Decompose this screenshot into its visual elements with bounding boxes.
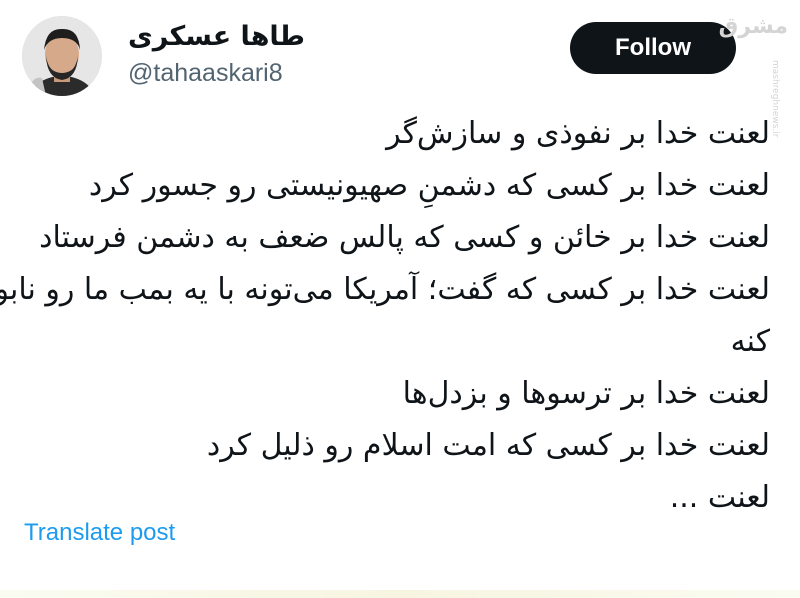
avatar[interactable]: [22, 16, 102, 96]
tweet-line: لعنت خدا بر کسی که دشمنِ صهیونیستی رو جس…: [88, 168, 770, 203]
tweet-text: لعنت خدا بر نفوذی و سازش‌گر لعنت خدا بر …: [0, 108, 770, 524]
avatar-image: [22, 16, 102, 96]
translate-post-link[interactable]: Translate post: [24, 516, 175, 550]
tweet-card: طاها عسکری @tahaaskari8 Follow مشرق mash…: [0, 0, 800, 598]
tweet-line: لعنت خدا بر ترسوها و بزدل‌ها: [402, 376, 770, 411]
tweet-line: لعنت خدا بر خائن و کسی که پالس ضعف به دش…: [39, 220, 770, 255]
divider: [0, 590, 800, 598]
tweet-line: لعنت خدا بر کسی که امت اسلام رو ذلیل کرد: [206, 428, 770, 463]
follow-button[interactable]: Follow: [570, 22, 736, 74]
author-handle[interactable]: @tahaaskari8: [128, 57, 283, 89]
tweet-line: لعنت خدا بر نفوذی و سازش‌گر: [386, 116, 770, 151]
author-display-name[interactable]: طاها عسکری: [128, 20, 305, 54]
tweet-line: لعنت خدا بر کسی که گفت؛ آمریکا می‌تونه ب…: [0, 272, 770, 307]
tweet-line: کنه: [730, 324, 770, 359]
watermark-logo: مشرق: [718, 14, 788, 39]
